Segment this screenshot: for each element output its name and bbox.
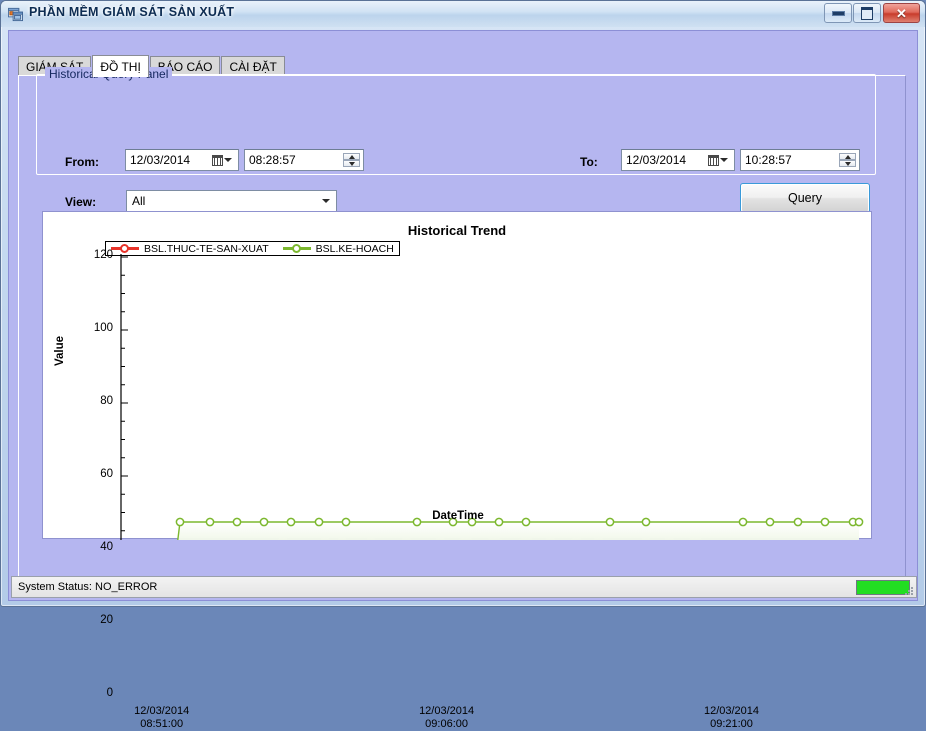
- from-date-value: 12/03/2014: [130, 153, 191, 167]
- application-window: PHẦN MỀM GIÁM SÁT SẢN XUẤT ✕ GIÁM SÁT ĐỒ…: [0, 0, 926, 730]
- from-time-stepper[interactable]: [343, 153, 360, 167]
- to-time-stepper[interactable]: [839, 153, 856, 167]
- y-axis-tick: 100: [93, 322, 113, 334]
- close-icon: ✕: [896, 5, 907, 21]
- to-label: To:: [580, 155, 598, 169]
- historical-trend-chart: Historical Trend BSL.THUC-TE-SAN-XUAT BS…: [42, 211, 873, 730]
- chevron-down-icon: [720, 158, 728, 162]
- chevron-down-icon: [348, 161, 355, 166]
- chart-plot-area: Value DateTime AnTuCoLtd 0 20 40 60 80 100 120…: [43, 212, 873, 730]
- to-date-value: 12/03/2014: [626, 153, 687, 167]
- calendar-icon: [708, 154, 719, 166]
- chart-canvas: AnTuCoLtd: [120, 254, 864, 702]
- y-axis-title: Value: [54, 335, 66, 366]
- from-time-picker[interactable]: 08:28:57: [244, 149, 364, 171]
- resize-grip-icon[interactable]: [904, 586, 914, 596]
- status-text: System Status: NO_ERROR: [18, 581, 158, 593]
- close-button[interactable]: ✕: [883, 3, 920, 23]
- view-select-arrow[interactable]: [322, 191, 330, 211]
- client-area: GIÁM SÁT ĐỒ THỊ BÁO CÁO CÀI ĐẶT Historic…: [8, 30, 918, 730]
- status-led-indicator: [856, 580, 910, 595]
- x-axis-title: DateTime: [432, 510, 484, 522]
- from-time-value: 08:28:57: [249, 153, 296, 167]
- chevron-up-icon: [844, 154, 851, 159]
- x-axis-tick: 12/03/2014 09:21:00: [672, 705, 792, 731]
- from-label: From:: [65, 155, 99, 169]
- stepper-up[interactable]: [343, 153, 360, 160]
- y-axis-tick: 20: [100, 614, 113, 626]
- maximize-icon: [861, 6, 873, 20]
- y-axis-tick: 40: [100, 541, 113, 553]
- to-date-picker[interactable]: 12/03/2014: [621, 149, 735, 171]
- query-button-label: Query: [787, 191, 823, 205]
- view-selected-value: All: [132, 194, 146, 208]
- x-axis-tick-line: 12/03/2014: [134, 705, 190, 717]
- tab-do-thi[interactable]: ĐỒ THỊ: [92, 55, 149, 77]
- maximize-button[interactable]: [853, 3, 881, 23]
- y-axis-tick: 0: [106, 687, 113, 699]
- chevron-down-icon: [224, 158, 232, 162]
- minimize-button[interactable]: [824, 3, 852, 23]
- query-button[interactable]: Query: [740, 183, 870, 213]
- tab-cai-dat[interactable]: CÀI ĐẶT: [221, 56, 285, 76]
- stepper-down[interactable]: [839, 160, 856, 167]
- chevron-down-icon: [322, 199, 330, 203]
- view-select[interactable]: All: [126, 190, 337, 212]
- from-date-dropdown-button[interactable]: [208, 152, 236, 168]
- x-axis-tick-line: 09:21:00: [710, 718, 753, 730]
- x-axis-tick: 12/03/2014 08:51:00: [102, 705, 222, 731]
- title-bar: PHẦN MỀM GIÁM SÁT SẢN XUẤT ✕: [1, 1, 925, 27]
- chevron-down-icon: [844, 161, 851, 166]
- to-date-dropdown-button[interactable]: [704, 152, 732, 168]
- x-axis-tick: 12/03/2014 09:06:00: [387, 705, 507, 731]
- view-label: View:: [65, 195, 97, 209]
- y-axis-tick: 60: [100, 468, 113, 480]
- to-time-picker[interactable]: 10:28:57: [740, 149, 860, 171]
- tab-label: CÀI ĐẶT: [229, 59, 277, 74]
- chevron-up-icon: [348, 154, 355, 159]
- app-window-icon: [8, 7, 23, 22]
- x-axis-tick-line: 09:06:00: [425, 718, 468, 730]
- to-time-value: 10:28:57: [745, 153, 792, 167]
- y-axis-tick: 80: [100, 395, 113, 407]
- from-date-picker[interactable]: 12/03/2014: [125, 149, 239, 171]
- minimize-icon: [831, 10, 845, 16]
- x-axis-tick-line: 12/03/2014: [703, 705, 760, 717]
- x-axis-tick-line: 08:51:00: [140, 718, 184, 730]
- x-axis-tick-line: 12/03/2014: [419, 705, 475, 717]
- status-bar: System Status: NO_ERROR: [11, 576, 917, 598]
- stepper-up[interactable]: [839, 153, 856, 160]
- tab-label: ĐỒ THỊ: [100, 59, 141, 74]
- calendar-icon: [212, 154, 223, 166]
- window-title: PHẦN MỀM GIÁM SÁT SẢN XUẤT: [29, 5, 235, 19]
- y-axis-tick: 120: [93, 249, 113, 261]
- stepper-down[interactable]: [343, 160, 360, 167]
